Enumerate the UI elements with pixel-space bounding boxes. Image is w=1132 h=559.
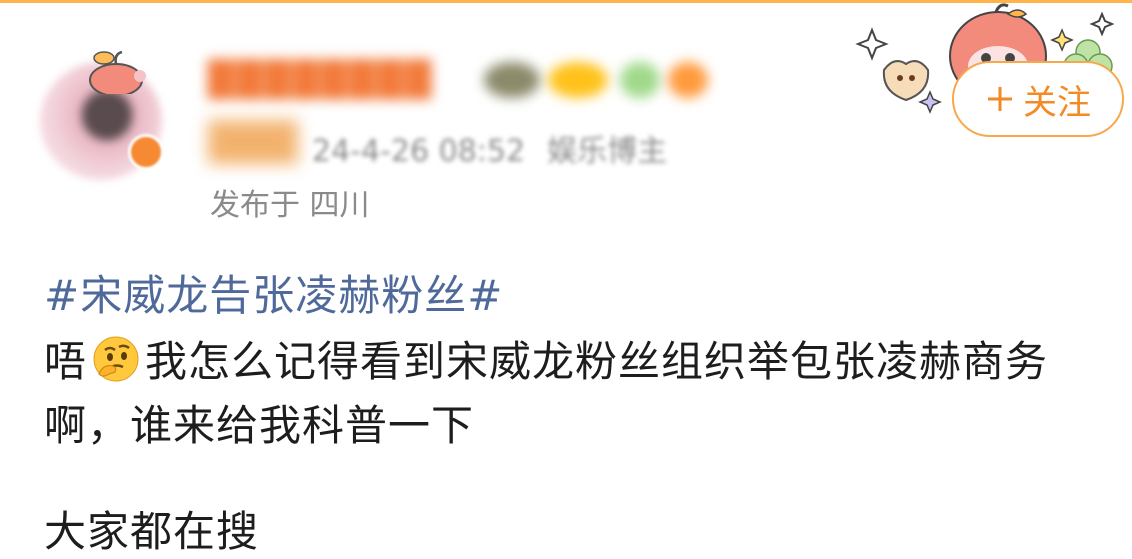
hashtag-link[interactable]: #宋威龙告张凌赫粉丝# bbox=[44, 262, 503, 323]
post-meta: 24-4-26 08:52 娱乐博主 bbox=[208, 126, 667, 170]
trending-preview[interactable]: 大家都在搜 bbox=[44, 498, 259, 559]
username-badge-icon bbox=[548, 62, 608, 98]
post-text-body: 我怎么记得看到宋威龙粉丝组织举包张凌赫商务啊，谁来给我科普一下 bbox=[44, 337, 1049, 450]
post-timestamp: 24-4-26 08:52 bbox=[312, 134, 526, 169]
avatar-frame-apple-icon bbox=[89, 50, 146, 94]
username-badge-icon bbox=[668, 62, 708, 98]
post-text-prefix: 唔 bbox=[44, 337, 88, 386]
username-badge-icon bbox=[620, 62, 660, 98]
plus-icon bbox=[988, 87, 1012, 111]
username[interactable]: ████████ bbox=[208, 60, 433, 100]
verified-badge-icon bbox=[128, 134, 164, 170]
thinking-face-icon bbox=[93, 336, 139, 382]
post-source[interactable]: 娱乐博主 bbox=[547, 134, 667, 169]
post-location: 发布于 四川 bbox=[210, 188, 370, 223]
post-text: 唔 我怎么记得看到宋威龙粉丝组织举包张凌赫商务啊，谁来给我科普一下 bbox=[44, 330, 1114, 458]
follow-button[interactable]: 关注 bbox=[952, 61, 1124, 137]
follow-button-label: 关注 bbox=[1023, 82, 1091, 123]
username-badge-icon bbox=[484, 62, 540, 98]
